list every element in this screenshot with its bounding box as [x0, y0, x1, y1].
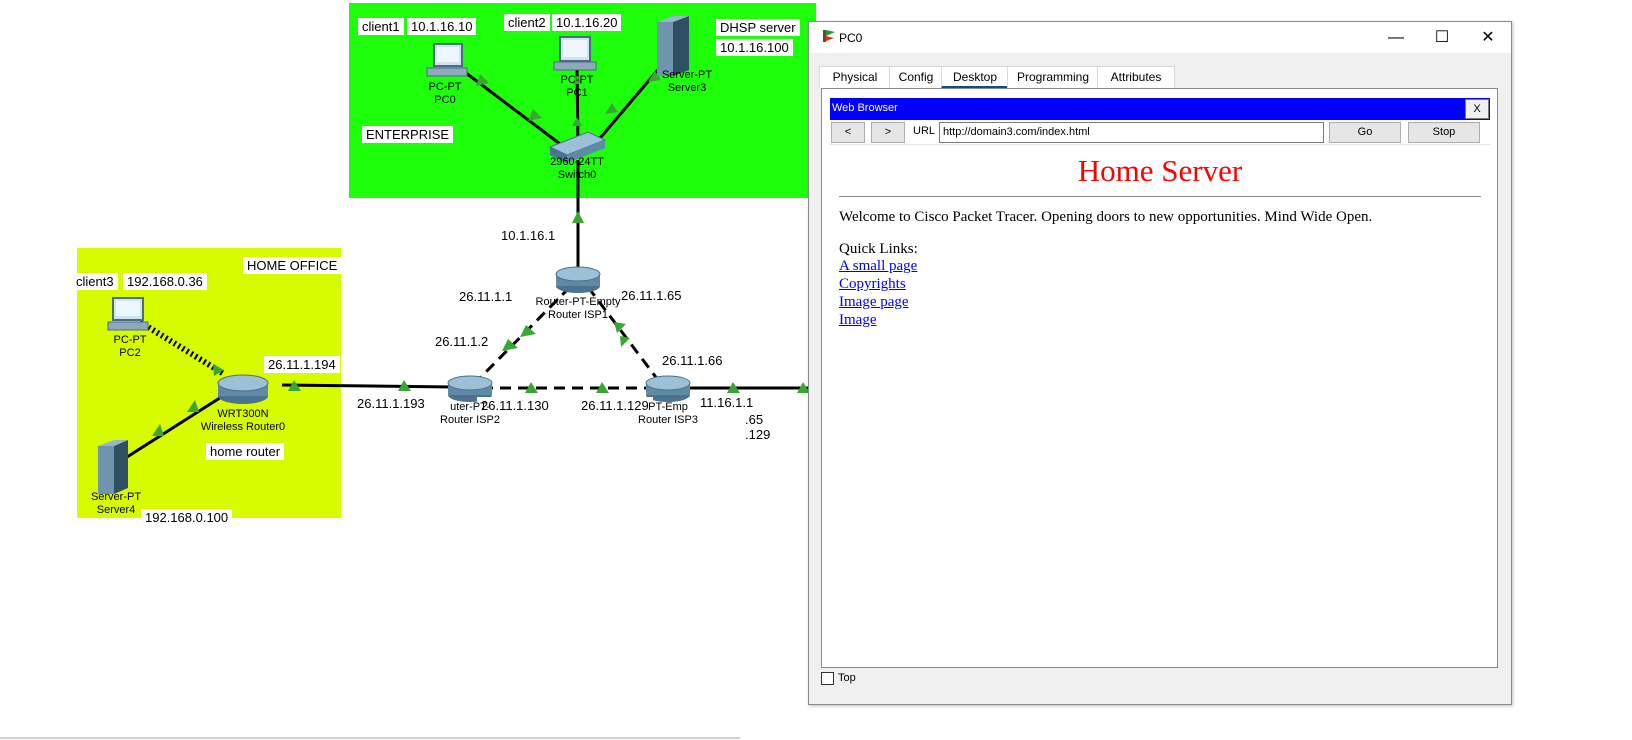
switch-type: 2960-24TT — [550, 156, 604, 168]
wireless-router-icon — [217, 374, 269, 404]
server3-icon — [657, 16, 689, 76]
switch-caption[interactable]: 2960-24TT Switch0 — [537, 156, 617, 182]
url-label: URL — [913, 125, 936, 137]
tab-attributes[interactable]: Attributes — [1097, 66, 1175, 88]
client3-label: client3 — [72, 273, 118, 290]
browser-viewport[interactable]: Home Server Welcome to Cisco Packet Trac… — [830, 144, 1490, 661]
web-browser-titlebar: Web Browser X — [830, 98, 1490, 120]
isp1-type: Router-PT-Empty — [535, 296, 621, 308]
server4-icon — [98, 440, 128, 494]
back-button[interactable]: < — [831, 122, 865, 143]
pc1-name: PC1 — [566, 87, 588, 99]
window-titlebar[interactable]: PC0 — ☐ ✕ — [809, 22, 1511, 53]
pc2-caption[interactable]: PC-PT PC2 — [98, 334, 162, 360]
isp1-caption[interactable]: Router-PT-Empty Router ISP1 — [523, 296, 633, 322]
client2-ip-label: 10.1.16.20 — [552, 14, 622, 31]
client1-label: client1 — [358, 18, 404, 35]
pc1-caption[interactable]: PC-PT PC1 — [555, 74, 599, 100]
stop-button[interactable]: Stop — [1408, 122, 1480, 143]
link-image-page[interactable]: Image page — [839, 294, 909, 311]
go-button[interactable]: Go — [1329, 122, 1401, 143]
dhsp-ip-label: 10.1.16.100 — [716, 39, 793, 56]
tab-physical[interactable]: Physical — [819, 66, 891, 88]
url-input[interactable] — [939, 122, 1324, 143]
pc0-type: PC-PT — [428, 81, 462, 93]
pc2-icon — [107, 297, 149, 331]
top-checkbox-label: Top — [838, 672, 856, 684]
isp2-type: uter-PT- — [450, 401, 490, 413]
minimize-button[interactable]: — — [1373, 22, 1419, 53]
link-copyrights[interactable]: Copyrights — [839, 276, 906, 293]
server3-type: Server-PT — [661, 69, 713, 81]
home-office-label: HOME OFFICE — [243, 257, 342, 274]
server4-name: Server4 — [96, 504, 136, 516]
web-browser-close-button[interactable]: X — [1465, 99, 1489, 119]
pc1-icon — [553, 36, 597, 71]
close-button[interactable]: ✕ — [1465, 22, 1511, 53]
isp1-name: Router ISP1 — [548, 309, 608, 321]
isp3-name: Router ISP3 — [638, 414, 698, 426]
packet-tracer-icon — [823, 30, 835, 42]
isp2-caption[interactable]: uter-PT- Router ISP2 — [430, 401, 510, 427]
isp3-up-ip-label: 26.11.1.66 — [658, 352, 727, 369]
link-image[interactable]: Image — [839, 312, 876, 329]
page-divider — [839, 196, 1481, 197]
pc2-name: PC2 — [119, 347, 141, 359]
web-browser-title: Web Browser — [832, 102, 898, 114]
isp2-up-ip-label: 26.11.1.2 — [431, 333, 493, 350]
gateway-ip-label: 10.1.16.1 — [497, 227, 560, 244]
home-wan-ip-label: 26.11.1.194 — [264, 356, 340, 373]
client2-label: client2 — [504, 14, 550, 31]
link-home-isp2 — [281, 383, 454, 389]
server4-ip-label: 192.168.0.100 — [141, 509, 233, 526]
fragment-129-label: .129 — [741, 426, 775, 443]
isp1-left-ip-label: 26.11.1.1 — [455, 288, 517, 305]
tab-programming[interactable]: Programming — [1007, 66, 1099, 88]
isp2-left-ip-label: 26.11.1.193 — [353, 395, 429, 412]
forward-button[interactable]: > — [871, 122, 905, 143]
desktop-panel: Web Browser X < > URL Go Stop Home Serve… — [821, 88, 1498, 668]
pc1-type: PC-PT — [560, 74, 594, 86]
link-small-page[interactable]: A small page — [839, 258, 917, 275]
pc0-caption[interactable]: PC-PT PC0 — [423, 81, 467, 107]
wireless-router-caption[interactable]: WRT300N Wireless Router0 — [193, 408, 293, 434]
tab-config[interactable]: Config — [889, 66, 943, 88]
isp3-caption[interactable]: PT-Emp Router ISP3 — [628, 401, 708, 427]
quick-links-label: Quick Links: — [839, 241, 918, 257]
server4-caption[interactable]: Server-PT Server4 — [84, 491, 148, 517]
switch-name: Switch0 — [557, 169, 597, 181]
canvas-bottom-divider — [0, 737, 740, 739]
pc0-window: PC0 — ☐ ✕ Physical Config Desktop Progra… — [808, 21, 1512, 705]
server4-type: Server-PT — [90, 491, 142, 503]
wr-type: WRT300N — [217, 408, 269, 420]
top-checkbox[interactable] — [821, 672, 834, 685]
pc0-icon — [426, 43, 468, 77]
isp2-name: Router ISP2 — [440, 414, 500, 426]
dhsp-server-label: DHSP server — [716, 19, 800, 36]
home-router-label: home router — [206, 443, 285, 460]
maximize-button[interactable]: ☐ — [1419, 22, 1465, 53]
isp1-router-icon — [555, 266, 601, 293]
tab-desktop[interactable]: Desktop — [941, 66, 1009, 89]
client1-ip-label: 10.1.16.10 — [407, 18, 477, 35]
wr-name: Wireless Router0 — [200, 421, 286, 433]
pc0-name: PC0 — [434, 94, 456, 106]
page-heading: Home Server — [1077, 153, 1243, 188]
pc2-type: PC-PT — [113, 334, 147, 346]
client3-ip-label: 192.168.0.36 — [123, 273, 207, 290]
enterprise-label: ENTERPRISE — [362, 126, 454, 143]
server3-caption[interactable]: Server-PT Server3 — [652, 69, 722, 95]
window-title: PC0 — [839, 31, 863, 45]
isp3-type: PT-Emp — [648, 401, 688, 413]
server3-name: Server3 — [667, 82, 707, 94]
welcome-text: Welcome to Cisco Packet Tracer. Opening … — [839, 209, 1373, 225]
